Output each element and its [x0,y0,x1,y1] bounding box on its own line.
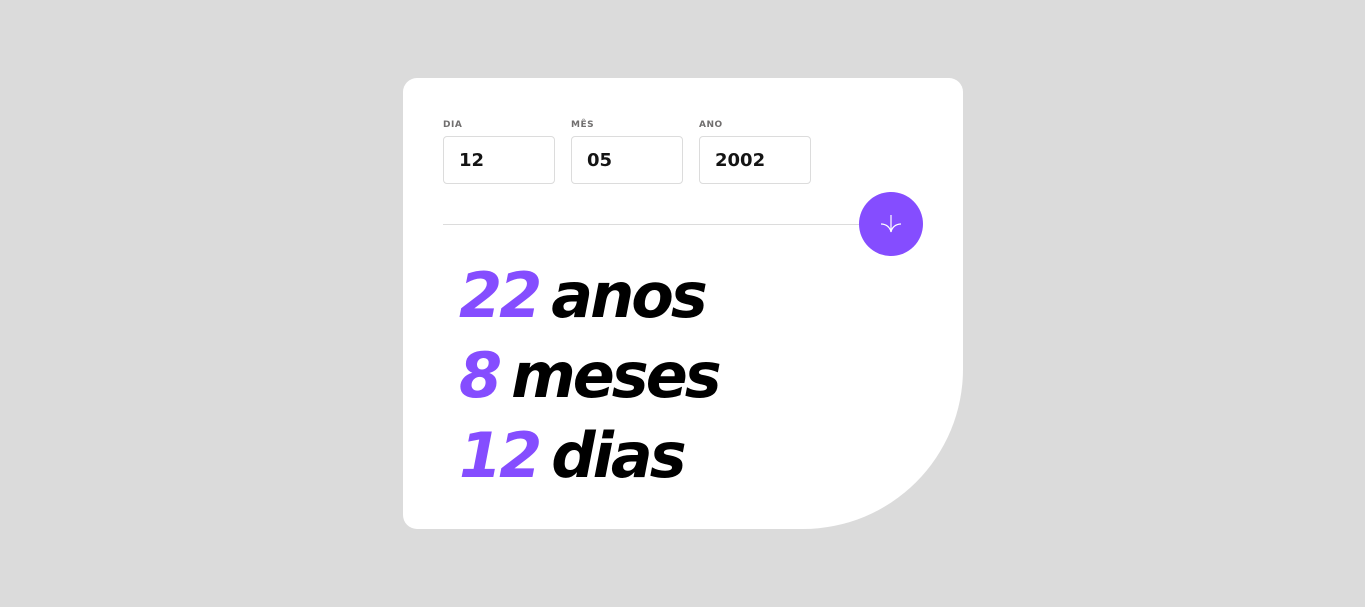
year-field: ANO [699,120,811,184]
submit-button[interactable] [859,192,923,256]
months-value: 8 [459,339,502,412]
months-unit: meses [511,339,722,412]
divider [443,224,883,225]
years-result: 22 anos [459,256,719,336]
days-unit: dias [551,419,686,492]
day-field: DIA [443,120,555,184]
results: 22 anos 8 meses 12 dias [459,256,722,496]
year-label: ANO [699,120,723,130]
arrow-down-icon [880,215,902,233]
month-input[interactable] [571,136,683,184]
day-input[interactable] [443,136,555,184]
day-label: DIA [443,120,463,130]
year-input[interactable] [699,136,811,184]
years-value: 22 [459,259,542,332]
month-field: MÊS [571,120,683,184]
month-label: MÊS [571,120,595,130]
months-result: 8 meses [459,336,722,416]
days-result: 12 dias [459,416,719,496]
days-value: 12 [459,419,542,492]
years-unit: anos [551,259,707,332]
age-calculator-card: DIA MÊS ANO 22 anos 8 meses 12 dias [403,78,963,529]
